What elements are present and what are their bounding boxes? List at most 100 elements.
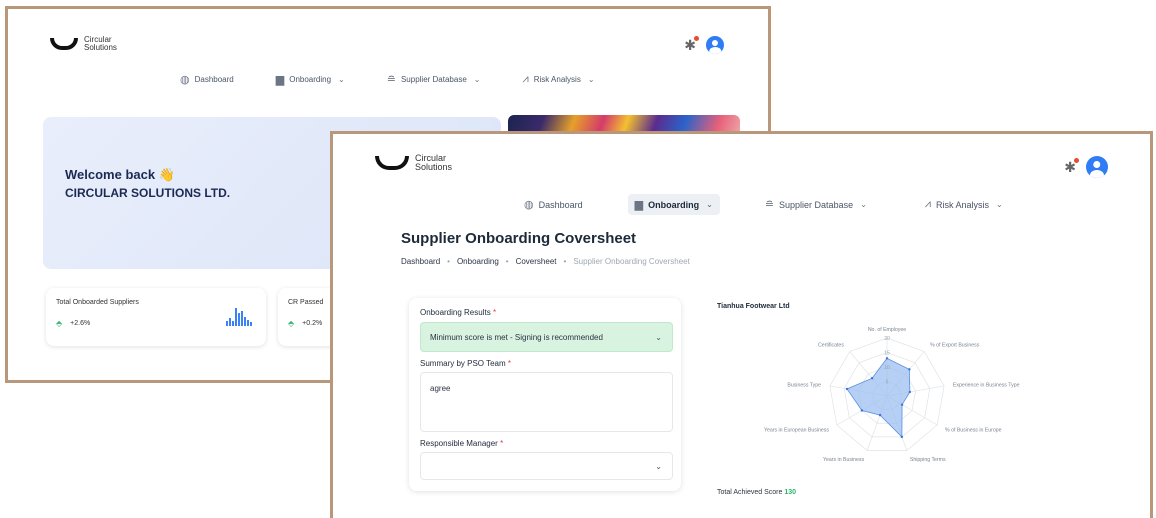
radar-axis-label: Business Type	[787, 382, 821, 388]
mini-bar	[250, 322, 252, 326]
mini-bar	[247, 320, 249, 326]
user-avatar-icon[interactable]	[1086, 156, 1108, 178]
radar-data-point	[870, 377, 874, 380]
chevron-down-icon: ⌄	[996, 200, 1003, 209]
required-mark: *	[500, 439, 504, 448]
summary-textarea[interactable]: agree	[420, 372, 673, 432]
radar-data-point	[900, 435, 904, 439]
breadcrumb-separator: •	[505, 257, 509, 266]
radar-tick-label: 5	[886, 380, 889, 386]
stat-change: +0.2%	[302, 320, 323, 327]
welcome-title: Welcome back	[65, 167, 156, 182]
radar-data-point	[885, 357, 889, 360]
inbox-icon: ▆	[634, 199, 644, 211]
mini-bar	[235, 308, 237, 326]
chevron-down-icon: ⌄	[706, 200, 713, 209]
chevron-down-icon: ⌄	[338, 75, 345, 84]
trend-up-icon: ⬘	[288, 319, 295, 328]
results-label: Onboarding Results	[420, 308, 491, 317]
radar-series-area	[846, 357, 911, 438]
mini-bar	[232, 321, 234, 326]
radar-axis-label: Experience in Business Type	[953, 382, 1020, 388]
breadcrumb-onboarding[interactable]: Onboarding	[457, 257, 499, 266]
radar-axis-label: Years in European Business	[764, 428, 829, 434]
radar-axis-label: No. of Employee	[868, 327, 906, 333]
user-avatar-icon[interactable]	[706, 36, 724, 54]
radar-axis-label: % of Export Business	[930, 343, 980, 349]
stat-card-onboarded[interactable]: Total Onboarded Suppliers ⬘ +2.6%	[46, 288, 266, 346]
nav-supplier-database[interactable]: ≘ Supplier Database ⌄	[758, 194, 874, 215]
mini-bar	[241, 311, 243, 326]
chevron-down-icon: ⌄	[655, 332, 662, 342]
breadcrumb-coversheet[interactable]: Coversheet	[516, 257, 557, 266]
dashboard-icon: ◍	[180, 74, 190, 86]
main-nav: ◍ Dashboard ▆ Onboarding ⌄ ≘ Supplier Da…	[180, 73, 637, 86]
nav-dashboard-label: Dashboard	[194, 75, 234, 84]
header-actions: ✱	[1064, 156, 1108, 178]
logo[interactable]: Circular Solutions	[50, 36, 117, 52]
breadcrumb: Dashboard • Onboarding • Coversheet • Su…	[401, 257, 690, 266]
nav-dashboard[interactable]: ◍ Dashboard	[517, 194, 590, 215]
nav-onboarding[interactable]: ▆ Onboarding ⌄	[276, 73, 345, 86]
database-icon: ≘	[764, 199, 775, 211]
nav-risk-analysis[interactable]: ⩘ Risk Analysis ⌄	[522, 73, 594, 86]
chevron-down-icon: ⌄	[587, 75, 595, 84]
stat-label: Total Onboarded Suppliers	[56, 299, 139, 306]
responsible-manager-select[interactable]: ⌄	[420, 452, 673, 480]
nav-supplier-database-label: Supplier Database	[779, 199, 854, 210]
nav-onboarding[interactable]: ▆ Onboarding ⌄	[627, 194, 720, 215]
radar-data-point	[908, 390, 912, 394]
required-mark: *	[507, 359, 512, 368]
onboarding-results-value: Minimum score is met - Signing is recomm…	[430, 332, 603, 342]
nav-onboarding-label: Onboarding	[648, 199, 700, 210]
chart-company-title: Tianhua Footwear Ltd	[717, 303, 790, 310]
logo-mark-icon	[50, 38, 78, 50]
manager-label: Responsible Manager	[420, 439, 498, 448]
radar-tick-label: 20	[884, 336, 890, 342]
chart-icon: ⩘	[522, 73, 529, 85]
nav-risk-analysis-label: Risk Analysis	[533, 75, 581, 84]
radar-chart: 5 10 15 20 No. of Employee % of Export Busine…	[764, 327, 1020, 463]
main-nav: ◍ Dashboard ▆ Onboarding ⌄ ≘ Supplier Da…	[517, 194, 1010, 215]
chart-icon: ⩘	[924, 198, 932, 210]
nav-risk-analysis[interactable]: ⩘ Risk Analysis ⌄	[918, 194, 1010, 215]
onboarding-results-select[interactable]: Minimum score is met - Signing is recomm…	[420, 322, 673, 352]
nav-onboarding-label: Onboarding	[289, 75, 332, 84]
coversheet-window: Circular Solutions ✱ ◍ Dashboard ▆ Onboa…	[330, 131, 1153, 518]
breadcrumb-current: Supplier Onboarding Coversheet	[573, 257, 690, 266]
breadcrumb-dashboard[interactable]: Dashboard	[401, 257, 440, 266]
chevron-down-icon: ⌄	[860, 200, 867, 209]
page-title: Supplier Onboarding Coversheet	[401, 230, 637, 247]
radar-axis-label: % of Business in Europe	[945, 428, 1002, 434]
chevron-down-icon: ⌄	[655, 461, 662, 471]
nav-supplier-database[interactable]: ≘ Supplier Database ⌄	[387, 73, 481, 86]
dashboard-icon: ◍	[524, 199, 534, 211]
nav-supplier-database-label: Supplier Database	[400, 75, 467, 84]
header-actions: ✱	[684, 35, 724, 54]
breadcrumb-separator: •	[563, 257, 567, 266]
onboarding-form-card: Onboarding Results * Minimum score is me…	[409, 298, 681, 491]
trend-up-icon: ⬘	[56, 319, 63, 328]
nav-risk-analysis-label: Risk Analysis	[936, 199, 990, 210]
nav-dashboard-label: Dashboard	[538, 199, 583, 210]
logo[interactable]: Circular Solutions	[375, 154, 452, 172]
logo-text-line2: Solutions	[84, 43, 117, 52]
radar-axis-label: Certificates	[818, 343, 844, 349]
mini-bar	[244, 317, 246, 326]
nav-dashboard[interactable]: ◍ Dashboard	[180, 73, 234, 86]
radar-data-point	[908, 368, 911, 371]
gear-icon[interactable]: ✱	[1064, 157, 1079, 176]
gear-icon[interactable]: ✱	[684, 35, 699, 54]
stat-change: +2.6%	[70, 320, 91, 327]
mini-bar	[226, 321, 228, 326]
total-score: Total Achieved Score 130	[717, 489, 796, 496]
radar-data-point	[878, 413, 882, 417]
mini-bar	[229, 318, 231, 326]
total-score-label: Total Achieved Score	[717, 489, 783, 496]
logo-text-line2: Solutions	[415, 162, 453, 172]
database-icon: ≘	[386, 74, 396, 86]
radar-tick-label: 10	[884, 365, 890, 371]
inbox-icon: ▆	[275, 74, 285, 86]
radar-axis-label: Years in Business	[823, 457, 864, 463]
mini-bar	[238, 313, 240, 326]
